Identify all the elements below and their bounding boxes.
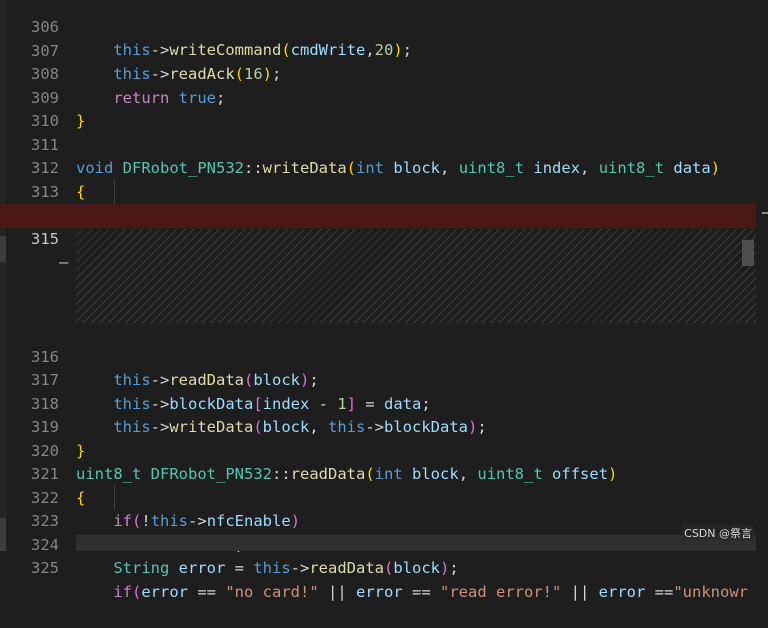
code-line[interactable]: 309 } [0,63,768,131]
code-line[interactable]: 319 } [0,393,768,460]
code-editor[interactable]: 306 this->writeCommand(cmdWrite,20); 307… [0,0,768,601]
watermark: CSDN @祭言 [682,525,754,541]
code-line[interactable]: 314 return; [0,181,768,248]
code-line[interactable]: 316 this->readData(block); [0,322,768,390]
line-number: 315 [31,229,59,248]
code-line[interactable]: 321 { [0,440,768,507]
deleted-line-marker: — [59,253,69,271]
code-line[interactable]: 307 this->readAck(16); [0,16,768,84]
deleted-code-line[interactable]: 315 — index = max(min(index,16),1); [0,204,768,295]
diff-placeholder-hatch [76,229,758,323]
code-text: if(error == "no card!" || error == "read… [113,582,748,601]
code-line[interactable]: 324 String error = this->readData(block)… [0,510,768,578]
overview-ruler-mark [762,212,768,214]
code-line[interactable]: 318 this->writeData(block, this->blockDa… [0,369,768,437]
code-text: String error = this->readData(block); [113,559,459,577]
code-line[interactable]: 323 return -1; [0,487,768,554]
code-line[interactable]: 325 if(error == "no card!" || error == "… [0,534,768,601]
code-line[interactable]: 311 void DFRobot_PN532::writeData(int bl… [0,110,768,178]
indent-guide [114,486,115,510]
code-line[interactable]: 313 if(!this->nfcEnable) [0,157,768,225]
code-line[interactable]: 320 uint8_t DFRobot_PN532::readData(int … [0,416,768,484]
code-line[interactable]: 312 { [0,134,768,201]
code-line[interactable]: 310 [0,87,768,130]
vertical-scrollbar[interactable] [756,0,768,551]
line-number: 325 [31,559,59,577]
code-line[interactable]: 322 if(!this->nfcEnable) [0,463,768,531]
code-line[interactable]: 308 return true; [0,40,768,107]
code-line[interactable]: 306 this->writeCommand(cmdWrite,20); [0,0,768,60]
indent-guide [114,180,115,204]
code-line[interactable]: 317 this->blockData[index - 1] = data; [0,346,768,413]
scrollbar-thumb[interactable] [742,240,754,266]
